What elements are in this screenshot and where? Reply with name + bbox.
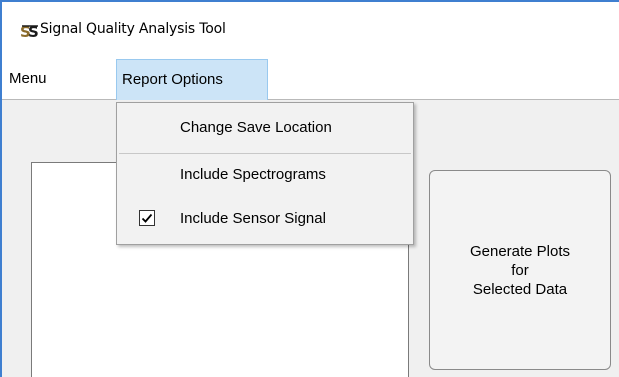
menu-item-label: Change Save Location <box>180 119 332 136</box>
menu-separator <box>119 153 411 154</box>
window-title: Signal Quality Analysis Tool <box>40 21 226 37</box>
menu-item-include-sensor-signal[interactable]: Include Sensor Signal <box>117 201 413 237</box>
title-bar: S S Signal Quality Analysis Tool <box>2 2 619 59</box>
ss-logo-icon: S S <box>20 22 40 40</box>
generate-button-line3: Selected Data <box>472 280 568 298</box>
checkmark-icon <box>139 210 155 226</box>
menu-bar: Menu Report Options <box>2 59 619 102</box>
menu-item-change-save-location[interactable]: Change Save Location <box>117 110 413 146</box>
menu-menu[interactable]: Menu <box>5 59 51 99</box>
generate-button-line2: for <box>511 261 529 279</box>
generate-plots-button[interactable]: Generate Plots for Selected Data <box>429 170 611 370</box>
menu-item-label: Include Spectrograms <box>180 166 326 183</box>
generate-button-line1: Generate Plots <box>469 242 571 260</box>
app-window: S S Signal Quality Analysis Tool Menu Re… <box>0 0 619 377</box>
menu-report-options[interactable]: Report Options <box>116 59 268 102</box>
menu-item-label: Include Sensor Signal <box>180 210 326 227</box>
report-options-dropdown: Change Save Location Include Spectrogram… <box>116 102 414 245</box>
menu-item-include-spectrograms[interactable]: Include Spectrograms <box>117 157 413 193</box>
